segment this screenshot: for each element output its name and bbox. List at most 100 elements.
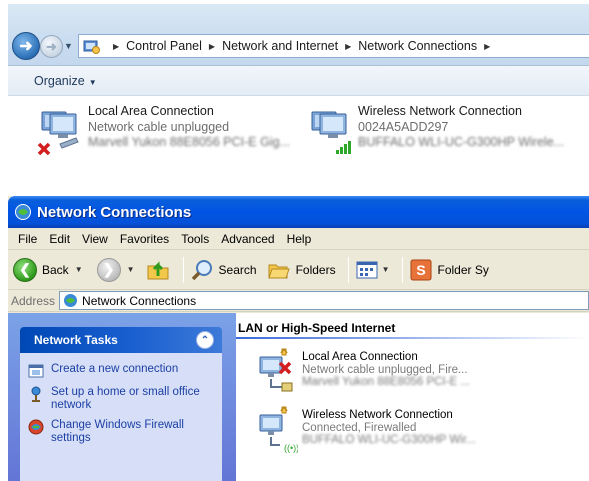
task-label: Set up a home or small office network [51,386,200,411]
connection-device: BUFFALO WLI-UC-G300HP Wir... [302,434,476,446]
chevron-right-icon[interactable]: ▶ [209,42,215,51]
search-icon [191,259,212,280]
wireless-adapter-icon [311,111,351,154]
collapse-chevron-icon[interactable]: ⌃ [196,331,214,349]
search-button[interactable]: Search [190,258,257,282]
chevron-right-icon[interactable]: ▶ [345,42,351,51]
chevron-down-icon[interactable]: ▼ [127,265,135,274]
folder-sync-icon: S [410,259,431,280]
connection-status: 0024A5ADD297 [358,119,449,134]
svg-text:((•)): ((•)) [284,443,298,453]
forward-button[interactable]: ➜ [40,35,63,58]
organize-button[interactable]: Organize ▼ [34,74,97,88]
chevron-down-icon: ▼ [88,77,97,87]
task-firewall-settings[interactable]: Change Windows Firewall settings [28,419,214,445]
task-pane: Network Tasks ⌃ Create a new connection … [8,313,236,481]
chevron-down-icon[interactable]: ▼ [75,265,83,274]
up-folder-button[interactable] [145,257,171,283]
toolbar-divider [401,256,403,283]
network-adapter-disconnected-icon [37,111,79,156]
address-bar-area: ➜ ➜ ▼ ▶ Control Panel ▶ Network and Inte… [8,4,589,66]
group-header: LAN or High-Speed Internet [238,321,396,335]
back-button[interactable]: ❮ Back ▼ [13,257,83,282]
task-create-connection[interactable]: Create a new connection [28,363,214,379]
win7-explorer-window: ➜ ➜ ▼ ▶ Control Panel ▶ Network and Inte… [8,4,589,164]
toolbar-divider [182,256,184,283]
breadcrumb-network-and-internet[interactable]: Network and Internet [222,39,338,53]
arrow-right-icon: ➜ [46,38,57,54]
views-button[interactable]: ▼ [355,259,390,281]
window-title: Network Connections [37,203,192,221]
connection-device: BUFFALO WLI-UC-G300HP Wirele... [358,135,565,149]
connection-name: Local Area Connection [302,351,418,363]
connection-status: Connected, Firewalled [302,421,417,434]
arrow-left-icon: ❮ [13,257,37,282]
wireless-adapter-icon: ((•)) [259,406,298,453]
network-connections-icon [64,294,78,307]
chevron-down-icon[interactable]: ▼ [382,265,390,274]
connection-item-local-area[interactable]: Local Area Connection Network cable unpl… [256,347,586,403]
folders-icon [267,264,290,278]
breadcrumb-network-connections[interactable]: Network Connections [358,39,477,53]
arrow-right-icon: ❯ [96,257,121,282]
arrow-left-icon: ➜ [19,38,33,55]
svg-text:S: S [416,262,425,278]
menu-edit[interactable]: Edit [43,232,76,246]
menu-tools[interactable]: Tools [175,232,215,246]
connections-pane: LAN or High-Speed Internet Local Area Co… [236,313,589,481]
address-bar: Address Network Connections [8,290,589,312]
task-label: Create a new connection [51,363,179,375]
menu-help[interactable]: Help [281,232,318,246]
address-label: Address [11,293,56,308]
menu-view[interactable]: View [76,232,114,246]
new-connection-icon [28,364,44,378]
network-tasks-title: Network Tasks [34,333,118,347]
back-label: Back [42,262,69,277]
breadcrumb-control-panel[interactable]: Control Panel [126,39,202,53]
winxp-explorer-window: Network Connections File Edit View Favor… [8,196,589,481]
control-panel-icon [83,40,100,54]
folders-button[interactable]: Folders [267,258,336,282]
network-connections-icon [15,204,31,220]
network-tasks-list: Create a new connection Set up a home or… [20,353,222,481]
chevron-right-icon[interactable]: ▶ [484,42,490,51]
command-bar: Organize ▼ [8,66,589,96]
connection-name: Wireless Network Connection [302,409,453,421]
menu-advanced[interactable]: Advanced [215,232,280,246]
task-home-network[interactable]: Set up a home or small office network [28,386,214,412]
home-network-icon [31,386,41,402]
toolbar: ❮ Back ▼ ❯ ▼ Search Folders ▼ S Folder S… [8,250,589,290]
connections-list: Local Area Connection Network cable unpl… [8,96,589,164]
task-label: Change Windows Firewall settings [51,419,184,444]
network-adapter-disconnected-icon [259,348,293,392]
connection-device: Marvell Yukon 88E8056 PCI-E Gig... [88,135,290,149]
folders-label: Folders [295,262,336,277]
firewall-icon [28,419,44,435]
menu-file[interactable]: File [12,232,43,246]
connection-status: Network cable unplugged, Fire... [302,363,468,376]
back-button[interactable]: ➜ [12,32,40,60]
connection-name: Local Area Connection [88,104,214,118]
folder-sync-label: Folder Sy [437,262,489,277]
toolbar-divider [347,256,349,283]
organize-label: Organize [34,73,85,88]
search-label: Search [218,262,257,277]
connection-name: Wireless Network Connection [358,104,522,118]
address-input[interactable]: Network Connections [59,291,589,310]
menu-bar: File Edit View Favorites Tools Advanced … [8,228,589,250]
title-bar[interactable]: Network Connections [8,196,589,228]
breadcrumb[interactable]: ▶ Control Panel ▶ Network and Internet ▶… [78,34,589,58]
views-icon [356,261,378,278]
connection-device: Marvell Yukon 88E8056 PCI-E ... [302,376,470,388]
connection-item-wireless[interactable]: ((•)) Wireless Network Connection Connec… [256,405,586,461]
menu-favorites[interactable]: Favorites [114,232,175,246]
address-value: Network Connections [82,293,197,308]
chevron-right-icon[interactable]: ▶ [113,42,119,51]
folder-sync-button[interactable]: S Folder Sy [409,258,489,282]
folder-up-icon [147,260,169,279]
recent-pages-dropdown[interactable]: ▼ [64,41,73,51]
forward-button[interactable]: ❯ ▼ [96,257,135,282]
network-tasks-header[interactable]: Network Tasks ⌃ [20,327,222,353]
group-divider [236,337,589,339]
connection-status: Network cable unplugged [88,119,230,134]
